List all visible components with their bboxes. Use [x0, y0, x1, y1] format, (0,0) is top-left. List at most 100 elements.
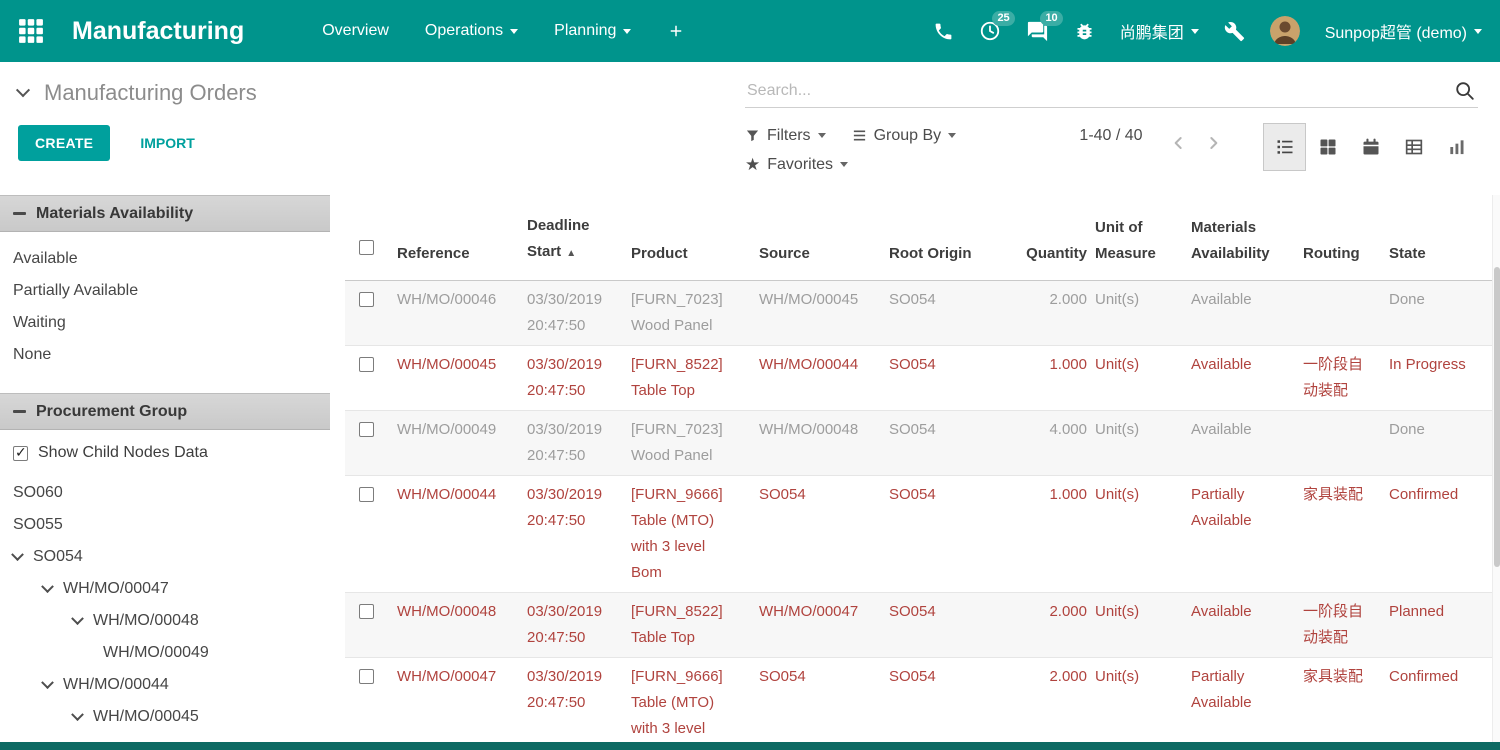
- favorites-dropdown[interactable]: ★ Favorites: [745, 156, 848, 174]
- row-checkbox[interactable]: [345, 476, 391, 592]
- row-checkbox[interactable]: [345, 346, 391, 410]
- tree-item-label: WH/MO/00047: [63, 580, 169, 598]
- table-row-WH/MO/00046[interactable]: WH/MO/0004603/30/2019 20:47:50[FURN_7023…: [345, 281, 1492, 346]
- procurement-group-section-header[interactable]: Procurement Group: [0, 393, 330, 430]
- cell-reference: WH/MO/00047: [391, 658, 521, 742]
- procurement-tree: SO060SO055SO054WH/MO/00047WH/MO/00048WH/…: [0, 464, 330, 733]
- pager-next-button[interactable]: [1203, 133, 1223, 153]
- column-header-product[interactable]: Product: [625, 241, 753, 280]
- tree-item-WH/MO/00048[interactable]: WH/MO/00048: [0, 605, 330, 637]
- cell-uom: Unit(s): [1089, 593, 1185, 657]
- calendar-view-icon: [1361, 137, 1381, 157]
- search-input[interactable]: [745, 82, 1454, 100]
- activities-clock-icon[interactable]: 25: [979, 20, 1001, 42]
- chevron-down-icon: [818, 133, 826, 142]
- phone-icon[interactable]: [933, 21, 954, 42]
- collapse-chevron-icon[interactable]: [16, 83, 30, 97]
- app-title[interactable]: Manufacturing: [72, 17, 244, 46]
- column-header-availability[interactable]: Materials Availability: [1185, 215, 1297, 280]
- cell-quantity: 1.000: [1011, 476, 1089, 592]
- cell-reference: WH/MO/00045: [391, 346, 521, 410]
- tree-item-WH/MO/00044[interactable]: WH/MO/00044: [0, 669, 330, 701]
- user-avatar[interactable]: [1270, 16, 1300, 46]
- tree-item-SO060[interactable]: SO060: [0, 477, 330, 509]
- debug-bug-icon[interactable]: [1074, 21, 1095, 42]
- table-row-WH/MO/00047[interactable]: WH/MO/0004703/30/2019 20:47:50[FURN_9666…: [345, 658, 1492, 742]
- column-header-state[interactable]: State: [1383, 241, 1483, 280]
- vertical-scrollbar[interactable]: [1492, 195, 1500, 742]
- add-menu-button[interactable]: [667, 22, 685, 40]
- user-menu[interactable]: Sunpop超管 (demo): [1325, 19, 1482, 43]
- control-panel: Manufacturing Orders CREATE IMPORT: [0, 62, 1500, 195]
- tree-item-WH/MO/00049[interactable]: WH/MO/00049: [0, 637, 330, 669]
- apps-menu-icon[interactable]: [18, 18, 44, 44]
- settings-wrench-icon[interactable]: [1224, 21, 1245, 42]
- menu-planning[interactable]: Planning: [554, 22, 631, 40]
- tree-item-SO055[interactable]: SO055: [0, 509, 330, 541]
- chevron-down-icon: [510, 29, 518, 38]
- column-header-uom[interactable]: Unit of Measure: [1089, 215, 1185, 280]
- menu-planning-label: Planning: [554, 22, 616, 40]
- row-checkbox[interactable]: [345, 593, 391, 657]
- column-header-reference[interactable]: Reference: [391, 241, 521, 280]
- column-header-root_origin[interactable]: Root Origin: [883, 241, 1011, 280]
- table-row-WH/MO/00045[interactable]: WH/MO/0004503/30/2019 20:47:50[FURN_8522…: [345, 346, 1492, 411]
- filters-dropdown[interactable]: Filters: [745, 127, 826, 145]
- row-checkbox[interactable]: [345, 658, 391, 742]
- cell-availability: Available: [1185, 346, 1297, 410]
- create-button[interactable]: CREATE: [18, 125, 110, 161]
- group-by-dropdown[interactable]: Group By: [852, 127, 957, 145]
- cell-availability: Available: [1185, 281, 1297, 345]
- view-calendar-button[interactable]: [1349, 123, 1392, 171]
- availability-filter-waiting[interactable]: Waiting: [0, 307, 330, 339]
- cell-product: [FURN_7023] Wood Panel: [625, 411, 753, 475]
- cell-deadline: 03/30/2019 20:47:50: [521, 411, 625, 475]
- show-child-nodes-checkbox[interactable]: Show Child Nodes Data: [0, 430, 330, 464]
- column-header-routing[interactable]: Routing: [1297, 241, 1383, 280]
- pager-previous-button[interactable]: [1169, 133, 1189, 153]
- cell-state: In Progress: [1383, 346, 1483, 410]
- company-switcher[interactable]: 尚鹏集团: [1120, 19, 1199, 43]
- column-header-label: Materials Availability: [1191, 219, 1270, 262]
- cell-root_origin: SO054: [883, 411, 1011, 475]
- menu-overview-label: Overview: [322, 22, 389, 40]
- view-graph-button[interactable]: [1435, 123, 1478, 171]
- materials-availability-section-header[interactable]: Materials Availability: [0, 195, 330, 232]
- section-title: Materials Availability: [36, 205, 193, 223]
- view-switcher: [1263, 123, 1478, 171]
- manufacturing-orders-list: ReferenceDeadline Start▲ProductSourceRoo…: [330, 195, 1492, 742]
- chevron-down-icon[interactable]: [71, 612, 84, 625]
- chevron-down-icon[interactable]: [41, 580, 54, 593]
- import-button[interactable]: IMPORT: [134, 134, 200, 152]
- view-kanban-button[interactable]: [1306, 123, 1349, 171]
- menu-overview[interactable]: Overview: [322, 22, 389, 40]
- column-header-quantity[interactable]: Quantity: [1011, 241, 1089, 280]
- row-checkbox[interactable]: [345, 411, 391, 475]
- cell-deadline: 03/30/2019 20:47:50: [521, 476, 625, 592]
- menu-operations[interactable]: Operations: [425, 22, 518, 40]
- table-row-WH/MO/00048[interactable]: WH/MO/0004803/30/2019 20:47:50[FURN_8522…: [345, 593, 1492, 658]
- chevron-down-icon[interactable]: [41, 676, 54, 689]
- messages-icon[interactable]: 10: [1026, 20, 1049, 43]
- availability-filter-partially-available[interactable]: Partially Available: [0, 275, 330, 307]
- scrollbar-thumb[interactable]: [1494, 267, 1500, 567]
- select-all-checkbox[interactable]: [345, 238, 391, 280]
- checkbox-checked-icon[interactable]: [13, 446, 28, 461]
- availability-filter-none[interactable]: None: [0, 339, 330, 371]
- row-checkbox[interactable]: [345, 281, 391, 345]
- chevron-down-icon[interactable]: [11, 548, 24, 561]
- tree-item-WH/MO/00045[interactable]: WH/MO/00045: [0, 701, 330, 733]
- tree-item-label: SO055: [13, 516, 63, 534]
- tree-item-SO054[interactable]: SO054: [0, 541, 330, 573]
- column-header-label: Routing: [1303, 245, 1360, 262]
- table-row-WH/MO/00049[interactable]: WH/MO/0004903/30/2019 20:47:50[FURN_7023…: [345, 411, 1492, 476]
- chevron-down-icon[interactable]: [71, 708, 84, 721]
- column-header-deadline[interactable]: Deadline Start▲: [521, 213, 625, 280]
- column-header-source[interactable]: Source: [753, 241, 883, 280]
- table-row-WH/MO/00044[interactable]: WH/MO/0004403/30/2019 20:47:50[FURN_9666…: [345, 476, 1492, 593]
- view-pivot-button[interactable]: [1392, 123, 1435, 171]
- search-icon[interactable]: [1454, 80, 1476, 102]
- tree-item-WH/MO/00047[interactable]: WH/MO/00047: [0, 573, 330, 605]
- availability-filter-available[interactable]: Available: [0, 243, 330, 275]
- view-list-button[interactable]: [1263, 123, 1306, 171]
